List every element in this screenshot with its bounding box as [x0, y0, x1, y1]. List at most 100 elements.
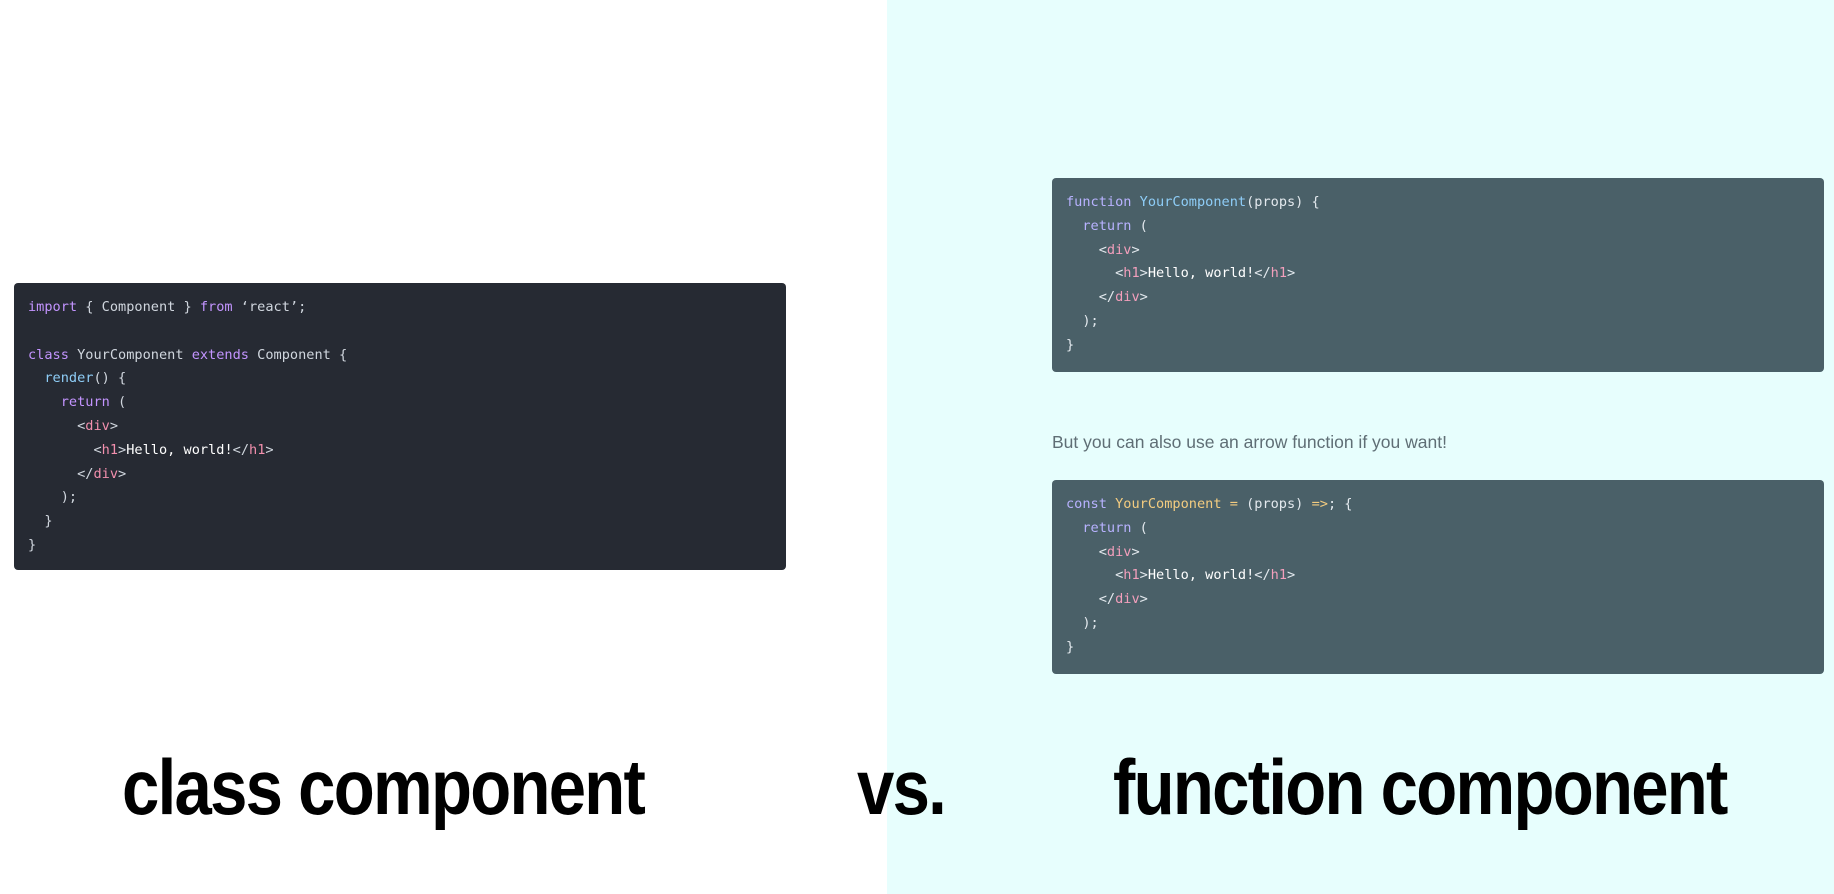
code-token: ‘react’;	[232, 299, 307, 315]
code-token: div	[1115, 591, 1140, 608]
code-token: return	[1082, 519, 1132, 536]
code-token: (	[1131, 217, 1148, 234]
code-line: </div>	[28, 463, 786, 487]
code-token: div	[85, 417, 110, 434]
code-line: </div>	[1066, 588, 1824, 612]
code-token: YourComponent	[68, 346, 192, 363]
code-token: >	[118, 465, 127, 482]
code-token: (	[109, 394, 127, 411]
code-line: <h1>Hello, world!</h1>	[28, 439, 786, 463]
code-token: function	[1066, 194, 1132, 210]
code-token: <	[1066, 567, 1124, 584]
code-token: Component {	[248, 346, 348, 363]
code-token: Hello, world!	[1147, 265, 1255, 282]
class-component-title: class component	[122, 743, 646, 831]
code-token: </	[1254, 265, 1271, 282]
code-token: </	[1066, 591, 1116, 608]
code-token: }	[28, 536, 37, 553]
code-line: }	[1066, 636, 1824, 660]
code-token: }	[1066, 638, 1075, 655]
code-token: );	[1066, 614, 1099, 631]
code-token: </	[232, 441, 250, 458]
code-token: return	[1082, 217, 1132, 234]
code-token: div	[1106, 543, 1132, 560]
versus-label: vs.	[857, 743, 947, 831]
code-token: >	[1131, 241, 1140, 258]
code-token: div	[1115, 289, 1140, 306]
code-token: h1	[1123, 567, 1140, 584]
code-line: import { Component } from ‘react’;	[28, 296, 786, 320]
code-token: h1	[1270, 567, 1288, 584]
code-line: class YourComponent extends Component {	[28, 344, 786, 368]
code-token: >	[1287, 265, 1296, 282]
code-token: ; {	[1327, 496, 1353, 512]
code-line: );	[28, 486, 786, 510]
code-line: return (	[1066, 517, 1824, 541]
code-line: return (	[1066, 215, 1824, 239]
code-token: >	[1131, 543, 1140, 560]
code-token: (	[1131, 519, 1148, 536]
function-component-code-block: function YourComponent(props) { return (…	[1052, 178, 1824, 372]
function-component-title: function component	[1113, 743, 1728, 831]
code-token: const	[1066, 496, 1107, 512]
code-token: return	[60, 394, 110, 411]
code-token: <	[1066, 543, 1107, 560]
code-line: );	[1066, 612, 1824, 636]
code-line: function YourComponent(props) {	[1066, 191, 1824, 215]
code-token: =>	[1311, 496, 1328, 512]
code-token: >	[1139, 289, 1148, 306]
code-line: <div>	[1066, 541, 1824, 565]
code-token: YourComponent	[1139, 194, 1247, 210]
code-token: render	[44, 370, 94, 387]
code-token: <	[28, 417, 86, 434]
code-line: render() {	[28, 367, 786, 391]
code-token: div	[93, 465, 119, 482]
code-token: </	[28, 465, 94, 482]
code-token: >	[109, 417, 119, 434]
code-line: <h1>Hello, world!</h1>	[1066, 564, 1824, 588]
code-token: h1	[101, 441, 119, 458]
code-token: from	[199, 299, 233, 315]
code-token: }	[28, 513, 53, 530]
code-line: <div>	[1066, 239, 1824, 263]
code-line: }	[28, 510, 786, 534]
code-line: </div>	[1066, 286, 1824, 310]
class-component-code-block: import { Component } from ‘react’; class …	[14, 283, 786, 570]
code-token: class	[28, 346, 69, 363]
code-token: h1	[1270, 265, 1288, 282]
code-token: >	[1139, 265, 1148, 282]
code-token: >	[1287, 567, 1296, 584]
code-token: () {	[93, 370, 127, 387]
code-token: h1	[1123, 265, 1140, 282]
code-line: const YourComponent = (props) =>; {	[1066, 493, 1824, 517]
code-token: <	[1066, 265, 1124, 282]
code-token: </	[1254, 567, 1271, 584]
code-line: <div>	[28, 415, 786, 439]
code-line: }	[1066, 334, 1824, 358]
code-token: Hello, world!	[126, 441, 233, 458]
code-token: </	[1066, 289, 1116, 306]
code-token: <	[1066, 241, 1107, 258]
arrow-function-code-block: const YourComponent = (props) =>; { retu…	[1052, 480, 1824, 674]
code-line: <h1>Hello, world!</h1>	[1066, 262, 1824, 286]
code-token: >	[1139, 567, 1148, 584]
code-token: h1	[249, 441, 266, 458]
code-token: import	[28, 299, 78, 315]
code-token: (props) {	[1246, 194, 1320, 210]
code-token: (props)	[1237, 496, 1312, 512]
code-line: );	[1066, 310, 1824, 334]
code-token: }	[1066, 336, 1075, 353]
code-token: >	[265, 441, 274, 458]
code-token: <	[28, 441, 102, 458]
code-token: );	[28, 489, 78, 506]
code-token: >	[1139, 591, 1148, 608]
code-token: { Component }	[77, 299, 200, 315]
code-token: div	[1106, 241, 1132, 258]
